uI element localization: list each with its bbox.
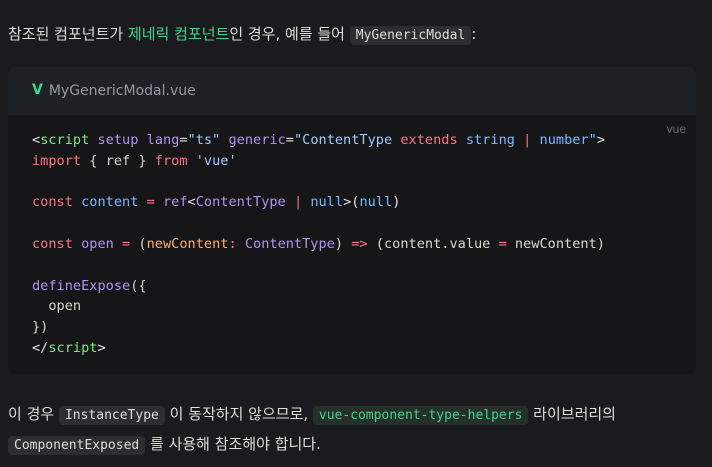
code-token: ContentType bbox=[195, 194, 286, 211]
code-token: ( bbox=[130, 235, 147, 252]
code-token: const bbox=[32, 235, 73, 252]
code-token: > bbox=[97, 339, 106, 356]
code-token: string bbox=[465, 132, 515, 148]
code-line: defineExpose({ bbox=[32, 276, 672, 297]
code-token: " bbox=[588, 132, 597, 148]
code-token: ref bbox=[105, 152, 131, 169]
code-token: 'vue' bbox=[195, 152, 237, 169]
intro-middle: 인 경우, 예를 들어 bbox=[229, 25, 350, 43]
code-line: import { ref } from 'vue' bbox=[32, 151, 672, 172]
code-block: V MyGenericModal.vue vue <script setup l… bbox=[8, 67, 696, 374]
code-content[interactable]: <script setup lang="ts" generic="Content… bbox=[8, 116, 696, 373]
code-token: < bbox=[187, 194, 196, 211]
code-line: }) bbox=[32, 317, 672, 338]
code-token: generic bbox=[228, 132, 286, 148]
code-token: newContent bbox=[146, 235, 229, 252]
code-token: : bbox=[228, 235, 237, 252]
code-token: number bbox=[539, 132, 589, 148]
code-token: setup bbox=[97, 132, 139, 148]
code-token: = bbox=[179, 132, 188, 148]
code-language-badge: vue bbox=[666, 122, 686, 136]
code-token: open bbox=[81, 235, 114, 252]
code-token: ({ bbox=[130, 277, 147, 294]
code-token: = bbox=[285, 132, 294, 148]
intro-paragraph: 참조된 컴포넌트가 제네릭 컴포넌트인 경우, 예를 들어 MyGenericM… bbox=[8, 20, 476, 50]
code-token: => bbox=[351, 235, 368, 252]
outro-paragraph: 이 경우 InstanceType 이 동작하지 않으므로, vue-compo… bbox=[8, 400, 698, 460]
inline-code-componentexposed: ComponentExposed bbox=[8, 436, 146, 455]
code-token: content bbox=[81, 194, 139, 211]
outro-prefix: 이 경우 bbox=[8, 405, 59, 423]
code-token: ) bbox=[334, 235, 352, 252]
inline-code-mygenericmodal: MyGenericModal bbox=[349, 26, 472, 45]
code-token: > bbox=[596, 132, 605, 148]
generic-components-link[interactable]: 제네릭 컴포넌트 bbox=[128, 25, 229, 43]
code-token: >( bbox=[343, 194, 360, 211]
code-token: ref bbox=[162, 194, 188, 211]
outro-suffix: 를 사용해 참조해야 합니다. bbox=[145, 435, 321, 453]
code-token: } bbox=[130, 152, 155, 169]
outro-middle-1: 이 동작하지 않으므로, bbox=[164, 405, 313, 423]
code-block-title-bar: V MyGenericModal.vue bbox=[8, 67, 696, 116]
code-line: </script> bbox=[32, 338, 672, 359]
code-token: const bbox=[32, 194, 73, 211]
inline-code-instancetype: InstanceType bbox=[58, 406, 165, 425]
code-token: }) bbox=[32, 319, 49, 336]
code-token: from bbox=[154, 152, 188, 169]
code-token: ContentType bbox=[302, 132, 393, 148]
code-line: open bbox=[32, 296, 672, 317]
code-token: = bbox=[498, 235, 507, 252]
code-token: | bbox=[293, 194, 303, 211]
vue-logo-icon: V bbox=[32, 82, 43, 98]
code-token: < bbox=[32, 132, 41, 148]
code-line: <script setup lang="ts" generic="Content… bbox=[32, 130, 672, 151]
code-token: { bbox=[81, 152, 106, 169]
code-token: </ bbox=[32, 339, 49, 356]
code-line: const open = (newContent: ContentType) =… bbox=[32, 234, 672, 255]
code-token: import bbox=[32, 152, 82, 169]
code-token: script bbox=[40, 132, 90, 148]
code-token: newContent) bbox=[506, 235, 605, 252]
code-token: defineExpose bbox=[32, 277, 131, 294]
code-token: = bbox=[122, 235, 131, 252]
intro-suffix: : bbox=[471, 25, 477, 43]
code-token: extends bbox=[400, 132, 458, 148]
code-token: null bbox=[310, 194, 344, 211]
code-token: ) bbox=[392, 194, 401, 211]
outro-middle-2: 라이브러리의 bbox=[528, 405, 616, 423]
code-token: = bbox=[146, 194, 155, 211]
code-token: open bbox=[32, 298, 82, 315]
code-token: script bbox=[48, 339, 98, 356]
code-block-filename: MyGenericModal.vue bbox=[48, 83, 196, 99]
code-token: (content.value bbox=[367, 235, 499, 252]
code-token: " bbox=[293, 132, 303, 148]
code-line: const content = ref<ContentType | null>(… bbox=[32, 192, 672, 213]
vue-component-type-helpers-link[interactable]: vue-component-type-helpers bbox=[312, 406, 529, 425]
intro-prefix: 참조된 컴포넌트가 bbox=[8, 25, 128, 43]
code-token: "ts" bbox=[187, 132, 221, 148]
code-token: ContentType bbox=[244, 235, 335, 252]
code-token: null bbox=[359, 194, 393, 211]
code-token: lang bbox=[146, 132, 180, 148]
